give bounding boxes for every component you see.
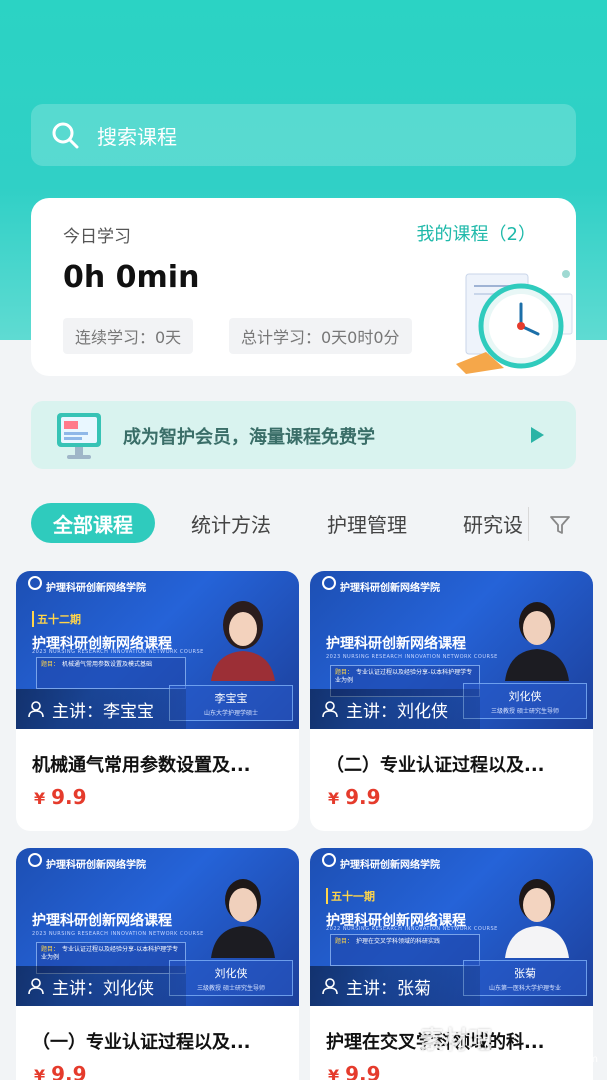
topic-box: 题目： 护理在交叉学科领域的科研实践 [330, 934, 480, 966]
user-icon [28, 978, 44, 995]
topic-box: 题目： 机械通气常用参数设置及模式基础 [36, 657, 186, 689]
search-icon [52, 122, 79, 149]
topic-label: 题目： [335, 669, 354, 676]
college-logo-icon [322, 576, 336, 590]
today-study-card: 今日学习 我的课程（2） 0h 0min 连续学习：0天 总计学习：0天0时0分 [31, 198, 576, 376]
study-time-value: 0h 0min [63, 260, 200, 295]
watermark-url: www.sucaibar.com [505, 1054, 598, 1065]
teacher-nameplate: 刘化侠 三级教授 硕士研究生导师 [463, 683, 587, 719]
teacher-name: 刘化侠 [214, 967, 248, 980]
teacher-name: 李宝宝 [214, 692, 248, 705]
college-brand: 护理科研创新网络学院 [340, 583, 440, 594]
program-title-en: 2023 NURSING RESEARCH INNOVATION NETWORK… [326, 654, 498, 660]
program-title: 护理科研创新网络课程 [32, 913, 172, 929]
teacher-name: 张菊 [514, 967, 536, 980]
course-period: 五十二期 [32, 611, 81, 627]
monitor-icon [57, 413, 101, 459]
currency-symbol: ¥ [328, 789, 340, 808]
tab-all-courses[interactable]: 全部课程 [31, 503, 155, 543]
college-logo-icon [322, 853, 336, 867]
membership-banner-text: 成为智护会员，海量课程免费学 [123, 427, 375, 448]
price-value: 9.9 [51, 785, 87, 809]
program-title-en: 2023 NURSING RESEARCH INNOVATION NETWORK… [32, 931, 204, 937]
user-icon [322, 701, 338, 718]
course-thumbnail: 护理科研创新网络学院 五十一期 护理科研创新网络课程 2022 NURSING … [310, 848, 593, 1006]
college-logo-icon [28, 576, 42, 590]
course-thumbnail: 护理科研创新网络学院 护理科研创新网络课程 2023 NURSING RESEA… [16, 848, 299, 1006]
filter-icon[interactable] [548, 513, 572, 537]
teacher-portrait [505, 879, 569, 958]
tab-nursing-management[interactable]: 护理管理 [327, 503, 407, 543]
lecturer-label: 主讲：刘化侠 [52, 978, 154, 999]
clock-calendar-illustration [456, 270, 573, 374]
lecturer-bar: 主讲：刘化侠 [16, 966, 186, 1006]
currency-symbol: ¥ [34, 789, 46, 808]
my-courses-link[interactable]: 我的课程（2） [417, 220, 536, 246]
college-brand: 护理科研创新网络学院 [46, 860, 146, 871]
teacher-name: 刘化侠 [508, 690, 542, 703]
teacher-nameplate: 张菊 山东第一医科大学护理专业 [463, 960, 587, 996]
user-icon [322, 978, 338, 995]
topic-label: 题目： [335, 938, 354, 945]
lecturer-bar: 主讲：张菊 [310, 966, 480, 1006]
teacher-title: 山东大学护理学硕士 [203, 710, 258, 717]
program-title-en: 2023 NURSING RESEARCH INNOVATION NETWORK… [32, 649, 204, 655]
college-brand: 护理科研创新网络学院 [340, 860, 440, 871]
course-card[interactable]: 护理科研创新网络学院 五十二期 护理科研创新网络课程 2023 NURSING … [16, 571, 299, 831]
topic-text: 专业认证过程以及经验分享-以本科护理学专业为例 [41, 946, 179, 961]
lecturer-bar: 主讲：李宝宝 [16, 689, 186, 729]
topic-text: 专业认证过程以及经验分享-以本科护理学专业为例 [335, 669, 473, 684]
tab-statistics[interactable]: 统计方法 [191, 503, 271, 543]
lecturer-label: 主讲：张菊 [346, 978, 431, 999]
college-logo-icon [28, 853, 42, 867]
tab-research-design[interactable]: 研究设 [463, 503, 523, 543]
play-arrow-icon [531, 427, 544, 443]
college-brand: 护理科研创新网络学院 [46, 583, 146, 594]
teacher-nameplate: 刘化侠 三级教授 硕士研究生导师 [169, 960, 293, 996]
lecturer-label: 主讲：李宝宝 [52, 701, 154, 722]
category-tabs: 全部课程 统计方法 护理管理 研究设 [0, 503, 607, 545]
lecturer-label: 主讲：刘化侠 [346, 701, 448, 722]
currency-symbol: ¥ [34, 1066, 46, 1080]
teacher-portrait [211, 879, 275, 958]
currency-symbol: ¥ [328, 1066, 340, 1080]
course-price: ¥9.9 [328, 785, 381, 809]
topic-label: 题目： [41, 661, 60, 668]
teacher-portrait [505, 602, 569, 681]
price-value: 9.9 [51, 1062, 87, 1080]
user-icon [28, 701, 44, 718]
course-title: 机械通气常用参数设置及... [32, 755, 251, 776]
today-study-title: 今日学习 [63, 227, 131, 247]
course-price: ¥9.9 [328, 1062, 381, 1080]
course-card[interactable]: 护理科研创新网络学院 护理科研创新网络课程 2023 NURSING RESEA… [310, 571, 593, 831]
teacher-nameplate: 李宝宝 山东大学护理学硕士 [169, 685, 293, 721]
price-value: 9.9 [345, 785, 381, 809]
course-period: 五十一期 [326, 888, 375, 904]
teacher-title: 山东第一医科大学护理专业 [488, 985, 561, 992]
course-thumbnail: 护理科研创新网络学院 护理科研创新网络课程 2023 NURSING RESEA… [310, 571, 593, 729]
price-value: 9.9 [345, 1062, 381, 1080]
course-price: ¥9.9 [34, 785, 87, 809]
search-placeholder: 搜索课程 [97, 124, 177, 149]
watermark: 素材吧 [420, 1026, 492, 1054]
total-study-stat: 总计学习：0天0时0分 [229, 318, 412, 354]
program-title-en: 2022 NURSING RESEARCH INNOVATION NETWORK… [326, 926, 498, 932]
teacher-portrait [211, 601, 275, 681]
topic-text: 机械通气常用参数设置及模式基础 [62, 661, 153, 668]
course-title: （二）专业认证过程以及... [326, 755, 545, 776]
course-title: （一）专业认证过程以及... [32, 1032, 251, 1053]
course-thumbnail: 护理科研创新网络学院 五十二期 护理科研创新网络课程 2023 NURSING … [16, 571, 299, 729]
search-input[interactable]: 搜索课程 [31, 104, 576, 166]
course-price: ¥9.9 [34, 1062, 87, 1080]
tab-divider [528, 507, 529, 541]
teacher-title: 三级教授 硕士研究生导师 [197, 985, 265, 992]
consecutive-study-stat: 连续学习：0天 [63, 318, 194, 354]
program-title: 护理科研创新网络课程 [326, 636, 466, 652]
teacher-title: 三级教授 硕士研究生导师 [491, 708, 559, 715]
lecturer-bar: 主讲：刘化侠 [310, 689, 480, 729]
topic-text: 护理在交叉学科领域的科研实践 [356, 938, 441, 945]
course-card[interactable]: 护理科研创新网络学院 护理科研创新网络课程 2023 NURSING RESEA… [16, 848, 299, 1080]
membership-banner[interactable]: 成为智护会员，海量课程免费学 [31, 401, 576, 469]
topic-label: 题目： [41, 946, 60, 953]
